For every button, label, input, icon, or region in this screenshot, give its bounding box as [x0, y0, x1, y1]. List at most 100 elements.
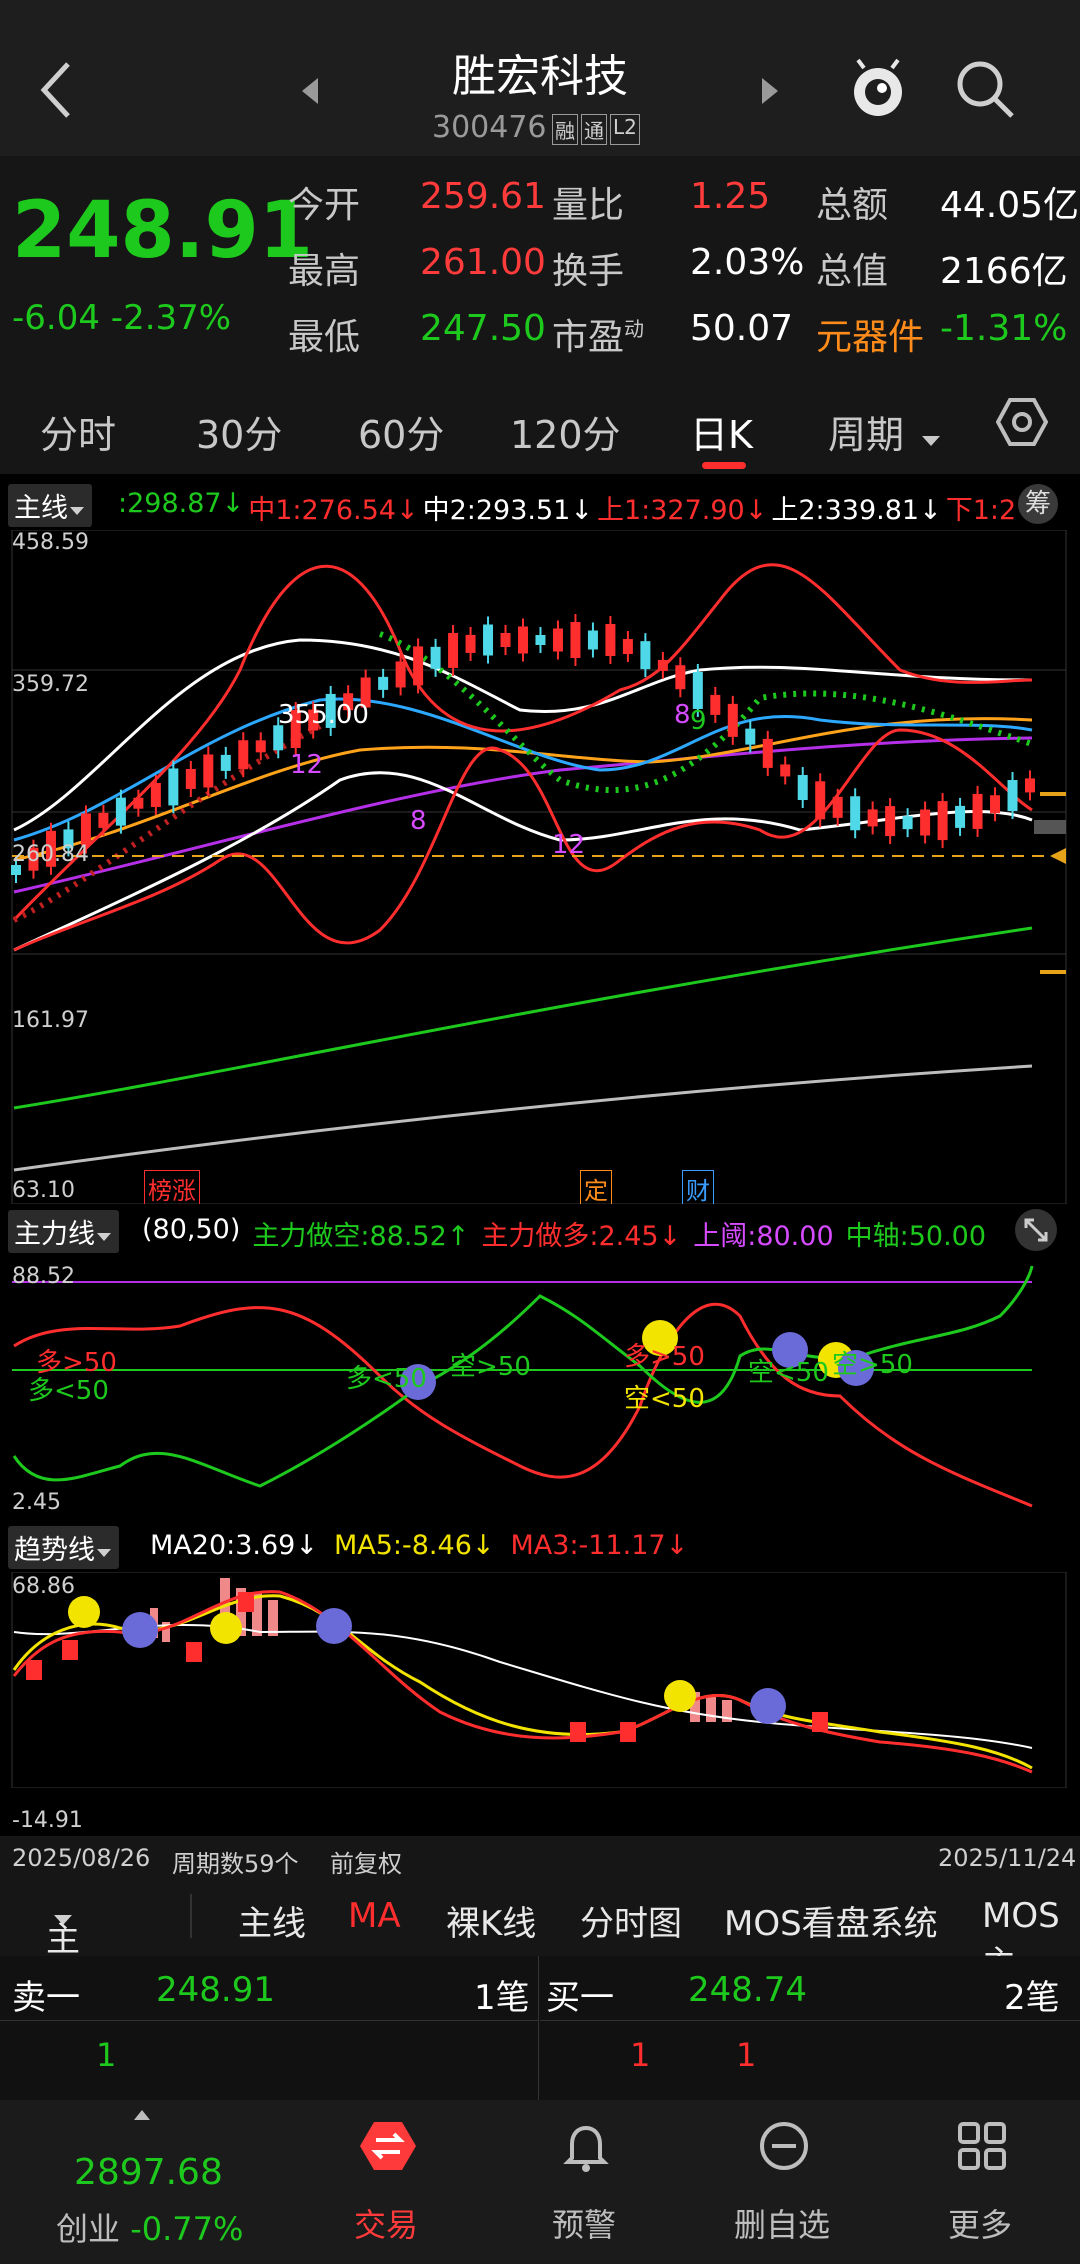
search-icon[interactable]	[954, 58, 1016, 120]
main-indicator-label: 主线	[14, 493, 68, 524]
price-change-pct: -2.37%	[110, 298, 232, 338]
main-chart-dropdown[interactable]: 主图	[46, 1896, 80, 2009]
stock-badges: 融 通 L2	[552, 114, 640, 145]
candle-body	[587, 630, 598, 650]
prev-stock-icon[interactable]	[298, 76, 322, 106]
signal-mark-4: 空>50	[450, 1352, 531, 1382]
quote-label: 量比	[552, 185, 625, 226]
nav-more[interactable]: 更多	[880, 2100, 1080, 2264]
quote-value: 2.03%	[690, 242, 805, 283]
sell-label: 卖一	[12, 1978, 80, 2018]
tab-period-label: 周期	[828, 413, 905, 457]
main-force-panel[interactable]: 主力线 (80,50) 主力做空:88.52↑ 主力做多:2.45↓ 上阈:80…	[0, 1204, 1080, 1520]
menu-item-mos-system[interactable]: MOS看盘系统	[724, 1896, 938, 1945]
quote-value: -1.31%	[940, 308, 1068, 349]
mascot-icon[interactable]	[846, 56, 910, 120]
candle-body	[448, 632, 459, 668]
sell-divider	[0, 2020, 538, 2021]
tab-active-indicator	[702, 462, 746, 469]
tab-60min[interactable]: 60分	[358, 404, 444, 459]
price-change: -6.04 -2.37%	[12, 298, 231, 338]
candle-body	[622, 639, 633, 655]
nav-remove-label: 删自选	[733, 2206, 830, 2244]
event-tag-fixed[interactable]: 定	[580, 1170, 612, 1207]
candle-body	[885, 806, 896, 837]
tab-period[interactable]: 周期	[828, 404, 942, 459]
menu-item-ma[interactable]: MA	[348, 1896, 401, 1936]
main-value-mid1: 中1:276.54↓	[248, 495, 419, 526]
period-tabs: 分时 30分 60分 120分 日K 周期	[0, 374, 1080, 475]
tab-intraday[interactable]: 分时	[40, 404, 116, 459]
nav-trade[interactable]: 交易	[286, 2100, 486, 2264]
tab-daily-k[interactable]: 日K	[690, 404, 753, 459]
buy-count: 2笔	[1004, 1978, 1060, 2018]
main-force-y-bottom: 2.45	[12, 1490, 61, 1515]
badge-l2: L2	[610, 114, 640, 145]
nav-remove-watchlist[interactable]: 删自选	[682, 2100, 882, 2264]
candle-body	[710, 694, 721, 715]
chip-distribution-button[interactable]: 筹	[1018, 484, 1058, 524]
index-ticker[interactable]: 2897.68 创业 -0.77%	[0, 2100, 280, 2264]
money-bag-icon	[664, 1680, 696, 1712]
adjust-mode[interactable]: 前复权	[330, 1844, 402, 1879]
main-force-short: 主力做空:88.52↑	[252, 1221, 470, 1252]
sell-side[interactable]: 卖一 248.91 1笔 1	[0, 1956, 539, 2100]
grid-icon	[958, 2122, 1006, 2170]
candle-body	[255, 740, 266, 753]
main-force-long-line	[13, 1302, 1033, 1508]
trend-label: 趋势线	[14, 1535, 95, 1566]
quote-label: 总额	[816, 185, 889, 226]
y-label-top: 458.59	[12, 530, 89, 555]
current-price-marker	[1050, 848, 1066, 864]
main-force-upper: 上阈:80.00	[693, 1221, 834, 1252]
count-annotation-12b: 12	[552, 830, 586, 860]
caret-down-icon	[97, 1549, 111, 1557]
main-force-label: 主力线	[14, 1219, 95, 1250]
trend-ma20: MA20:3.69↓	[150, 1530, 318, 1561]
back-arrow-icon[interactable]	[38, 60, 78, 120]
main-indicator-selector[interactable]: 主线	[8, 484, 92, 527]
candle-body	[675, 665, 686, 690]
badge-margin: 融	[552, 114, 578, 145]
next-stock-icon[interactable]	[758, 76, 782, 106]
stock-code: 300476	[432, 110, 547, 145]
menu-item-timeshare[interactable]: 分时图	[580, 1896, 682, 1945]
quote-value: 1.25	[690, 176, 771, 217]
sad-face-icon	[750, 1688, 786, 1724]
settings-hexagon-icon[interactable]	[996, 396, 1048, 448]
trend-selector[interactable]: 趋势线	[8, 1526, 119, 1569]
start-date: 2025/08/26	[12, 1844, 151, 1872]
sell-count: 1笔	[474, 1978, 530, 2018]
count-annotation-9: 9	[690, 706, 707, 736]
candle-body	[483, 624, 494, 656]
ma-green-line	[13, 926, 1033, 1110]
badge-connect: 通	[581, 114, 607, 145]
signal-mark-2: 多<50	[28, 1376, 109, 1406]
tab-30min[interactable]: 30分	[196, 404, 282, 459]
quote-label: 换手	[552, 251, 625, 292]
main-force-long: 主力做多:2.45↓	[481, 1221, 682, 1252]
expand-icon[interactable]	[1014, 1208, 1058, 1252]
menu-item-mainline[interactable]: 主线	[238, 1896, 306, 1945]
main-value-down1: 下1:2	[945, 495, 1017, 526]
signal-mark-6: 空<50	[624, 1384, 705, 1414]
index-value: 2897.68	[74, 2152, 223, 2193]
indicator-menu: 主图 主线 MA 裸K线 分时图 MOS看盘系统 MOS主	[0, 1880, 1080, 2009]
event-tag-rank[interactable]: 榜涨	[144, 1170, 200, 1207]
main-kline-panel[interactable]: 主线 :298.87↓ 中1:276.54↓ 中2:293.51↓ 上1:327…	[0, 474, 1080, 1207]
index-change: -0.77%	[130, 2210, 244, 2248]
tab-120min[interactable]: 120分	[510, 404, 621, 459]
sell-price: 248.91	[156, 1970, 275, 2010]
menu-item-bare-k[interactable]: 裸K线	[446, 1896, 536, 1945]
main-value-up1: 上1:327.90↓	[596, 495, 768, 526]
nav-alert[interactable]: 预警	[484, 2100, 684, 2264]
main-force-chart	[12, 1265, 1034, 1508]
candle-body	[727, 703, 738, 737]
main-indicator-values: :298.87↓ 中1:276.54↓ 中2:293.51↓ 上1:327.90…	[118, 488, 1016, 527]
event-tag-finance[interactable]: 财	[682, 1170, 714, 1207]
high-price-annotation: 355.00	[278, 700, 369, 730]
main-force-selector[interactable]: 主力线	[8, 1210, 119, 1253]
trend-panel[interactable]: 趋势线 MA20:3.69↓ MA5:-8.46↓ MA3:-11.17↓ 68…	[0, 1520, 1080, 1836]
buy-side[interactable]: 买一 248.74 2笔 1 1	[540, 1956, 1080, 2100]
buy-label: 买一	[546, 1978, 614, 2018]
